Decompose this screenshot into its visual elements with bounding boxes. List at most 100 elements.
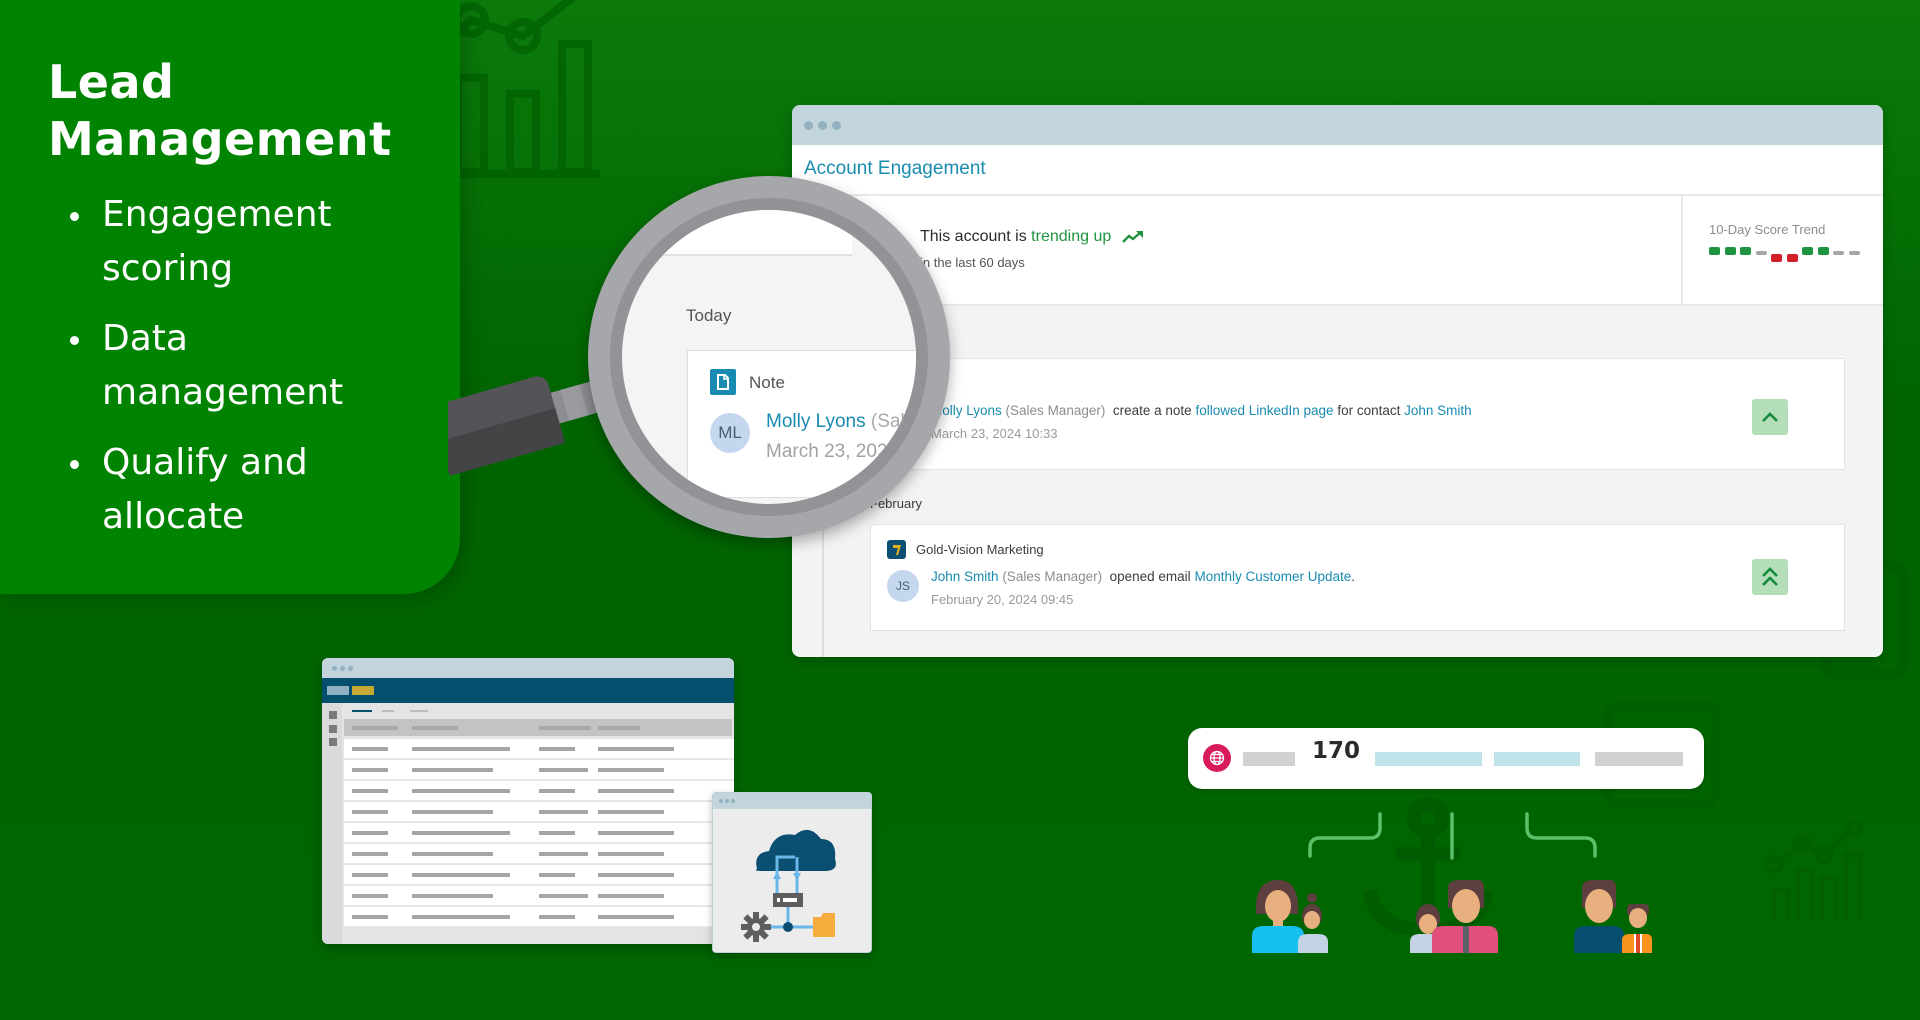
trend-period: in the last 60 days [920,255,1025,270]
avatar: ML [710,413,750,453]
chevron-up-icon [1762,412,1778,422]
score-trend-day-down [1786,254,1798,262]
score-trend-panel: 10-Day Score Trend [1681,196,1883,304]
score-trend-day-flat [1833,251,1844,255]
window-control-dot [725,799,729,803]
table-cell-placeholder [352,852,388,856]
lead-score-card[interactable]: 170 [1188,728,1704,789]
data-table-window [322,658,734,944]
activity-card[interactable]: Gold-Vision Marketing JS John Smith (Sal… [870,524,1845,631]
actor-link[interactable]: Molly Lyons (Sale [766,411,915,433]
window-control-dot [332,665,337,671]
table-cell-placeholder [412,747,510,751]
table-cell-placeholder [412,831,510,835]
table-header [344,719,732,736]
table-row [344,844,734,864]
table-row [344,823,734,843]
table-cell-placeholder [352,789,388,793]
actor-role: (Sales Manager) [1002,569,1103,584]
table-cell-placeholder [412,894,493,898]
activity-description: John Smith (Sales Manager) opened email … [931,569,1355,584]
slide-title: Lead Management [48,55,392,166]
table-cell-placeholder [412,810,493,814]
globe-icon [1203,744,1231,772]
integration-window [712,792,872,953]
table-cell-placeholder [352,831,388,835]
trending-up-icon [1121,230,1143,243]
table-cell-placeholder [539,852,588,856]
table-cell-placeholder [598,789,674,793]
score-trend-day-up [1802,247,1813,255]
window-heading: Account Engagement [792,145,1883,196]
table-cell-placeholder [598,747,674,751]
table-cell-placeholder [352,915,388,919]
activity-card[interactable]: Molly Lyons (Sales Manager) create a not… [870,358,1845,470]
table-cell-placeholder [539,894,588,898]
engagement-summary: This account is trending up in the last … [792,196,1883,306]
table-cell-placeholder [539,831,575,835]
activity-type: Note [749,373,785,392]
score-trend-day-flat [1848,251,1860,255]
activity-timestamp: March 23, 2024 1 [766,441,914,462]
magnified-activity-card: Note ML Molly Lyons (Sale March 23, 2024… [687,350,916,498]
table-cell-placeholder [352,747,388,751]
table-cell-placeholder [352,873,388,877]
contact-link[interactable]: John Smith [1404,403,1472,418]
placeholder-bar [1243,752,1295,766]
table-cell-placeholder [539,873,575,877]
activity-description: Molly Lyons (Sales Manager) create a not… [931,403,1472,418]
actor-link[interactable]: John Smith [931,569,999,584]
activity-action: create a note [1112,403,1192,418]
window-control-dot[interactable] [832,120,841,130]
double-chevron-up-icon [1762,567,1778,586]
background-chart-icon [1764,820,1864,920]
table-cell-placeholder [539,915,575,919]
window-control-dot [340,665,345,671]
activity-connector: for contact [1337,403,1401,418]
placeholder-bar [1375,752,1482,766]
table-cell-placeholder [598,810,664,814]
table-row [344,802,734,822]
table-row [344,865,734,885]
table-row [344,886,734,906]
activity-object-link[interactable]: followed LinkedIn page [1195,403,1333,418]
placeholder-bar [1595,752,1683,766]
trend-prefix: This account is [920,228,1027,245]
table-cell-placeholder [412,852,493,856]
table-row [344,781,734,801]
table-row [344,739,734,759]
account-engagement-window: Account Engagement This account is trend… [792,105,1883,657]
table-row [344,760,734,780]
table-cell-placeholder [598,768,664,772]
window-titlebar [792,105,1883,145]
score-trend-day-up [1740,247,1751,255]
window-control-dot [731,799,735,803]
feature-item: Data management [48,312,368,420]
table-cell-placeholder [412,873,510,877]
table-sidebar [322,703,342,944]
score-impact-badge [1752,399,1788,435]
window-control-dot [348,665,353,671]
actor-role: (Sale [870,411,916,432]
email-link[interactable]: Monthly Customer Update [1194,569,1351,584]
magnifier: Today Note ML Molly Lyons (Sale March 23… [588,176,950,538]
feature-item: Engagement scoring [48,188,368,296]
trend-statement: This account is trending up [920,228,1144,246]
window-control-dot[interactable] [818,120,827,130]
table-nav-bar [322,678,734,703]
data-table [342,703,734,944]
allocation-connectors [1308,812,1597,860]
table-cell-placeholder [539,768,588,772]
actor-name[interactable]: Molly Lyons [766,411,866,432]
score-impact-badge [1752,559,1788,595]
window-control-dot [719,799,723,803]
table-cell-placeholder [598,852,664,856]
window-control-dot[interactable] [804,120,813,130]
timeline-group-label: Today [686,306,732,325]
activity-timestamp: February 20, 2024 09:45 [931,592,1074,607]
avatar: JS [887,570,919,602]
score-trend-day-up [1817,247,1829,255]
table-cell-placeholder [352,810,388,814]
score-trend-day-up [1709,247,1720,255]
table-cell-placeholder [412,915,510,919]
